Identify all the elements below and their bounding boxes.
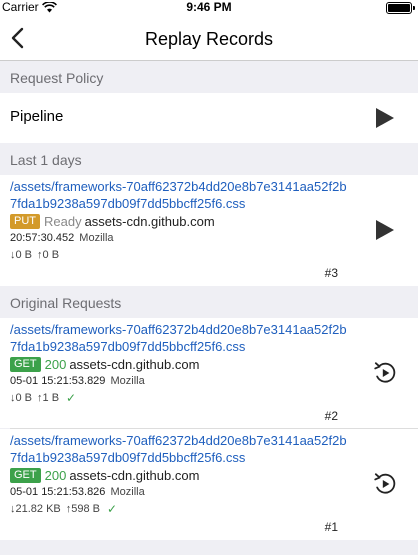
policy-play-button[interactable] — [372, 106, 396, 130]
replay-icon — [374, 473, 396, 494]
download-size: ↓0 B — [10, 249, 33, 261]
request-url: /assets/frameworks-70aff62372b4dd20e8b7e… — [10, 179, 347, 211]
status-text: Ready — [44, 214, 82, 229]
request-meta: 05-01 15:21:53.826 Mozilla — [10, 486, 418, 500]
request-summary: GET 200 assets-cdn.github.com — [10, 467, 418, 484]
request-time: 20:57:30.452 — [10, 232, 75, 244]
play-icon — [376, 108, 394, 128]
navigation-bar: Replay Records — [0, 16, 418, 61]
clock: 9:46 PM — [186, 0, 232, 14]
policy-label: Pipeline — [10, 108, 64, 125]
record-index: #2 — [324, 409, 338, 423]
status-code: 200 — [44, 357, 67, 372]
original-request-row[interactable]: /assets/frameworks-70aff62372b4dd20e8b7e… — [0, 429, 418, 540]
transfer-sizes: ↓0 B ↑1 B ✓ — [10, 391, 418, 405]
method-badge: PUT — [10, 214, 40, 229]
request-meta: 20:57:30.452 Mozilla — [10, 232, 418, 246]
user-agent: Mozilla — [79, 232, 114, 244]
section-header-original: Original Requests — [0, 286, 418, 318]
checkmark-icon: ✓ — [107, 502, 118, 516]
request-url: /assets/frameworks-70aff62372b4dd20e8b7e… — [10, 322, 347, 354]
transfer-sizes: ↓0 B ↑0 B — [10, 248, 418, 262]
upload-size: ↑1 B — [37, 392, 60, 404]
request-url: /assets/frameworks-70aff62372b4dd20e8b7e… — [10, 433, 347, 465]
user-agent: Mozilla — [110, 375, 145, 387]
policy-row[interactable]: Pipeline — [0, 93, 418, 143]
download-size: ↓0 B — [10, 392, 33, 404]
replay-button[interactable] — [372, 471, 398, 502]
upload-size: ↑598 B — [65, 503, 101, 515]
play-icon — [376, 220, 394, 240]
upload-size: ↑0 B — [37, 249, 60, 261]
download-size: ↓21.82 KB — [10, 503, 61, 515]
replay-record-row[interactable]: /assets/frameworks-70aff62372b4dd20e8b7e… — [0, 175, 418, 286]
record-index: #1 — [324, 520, 338, 534]
request-summary: GET 200 assets-cdn.github.com — [10, 356, 418, 373]
host-text: assets-cdn.github.com — [69, 357, 200, 372]
section-header-recent: Last 1 days — [0, 143, 418, 175]
replay-button[interactable] — [372, 360, 398, 391]
user-agent: Mozilla — [110, 486, 145, 498]
request-summary: PUT Ready assets-cdn.github.com — [10, 213, 418, 230]
replay-play-button[interactable] — [372, 218, 396, 242]
status-code: 200 — [44, 468, 67, 483]
request-time: 05-01 15:21:53.829 — [10, 375, 106, 387]
request-time: 05-01 15:21:53.826 — [10, 486, 106, 498]
host-text: assets-cdn.github.com — [69, 468, 200, 483]
host-text: assets-cdn.github.com — [84, 214, 215, 229]
original-request-row[interactable]: /assets/frameworks-70aff62372b4dd20e8b7e… — [0, 318, 418, 428]
method-badge: GET — [10, 468, 41, 483]
replay-icon — [374, 362, 396, 383]
status-bar: Carrier 9:46 PM — [0, 0, 418, 16]
record-index: #3 — [324, 266, 338, 280]
request-meta: 05-01 15:21:53.829 Mozilla — [10, 375, 418, 389]
battery-icon — [386, 2, 415, 14]
checkmark-icon: ✓ — [66, 391, 77, 405]
page-title: Replay Records — [144, 29, 274, 49]
transfer-sizes: ↓21.82 KB ↑598 B ✓ — [10, 502, 418, 516]
section-header-request-policy: Request Policy — [0, 61, 418, 93]
method-badge: GET — [10, 357, 41, 372]
